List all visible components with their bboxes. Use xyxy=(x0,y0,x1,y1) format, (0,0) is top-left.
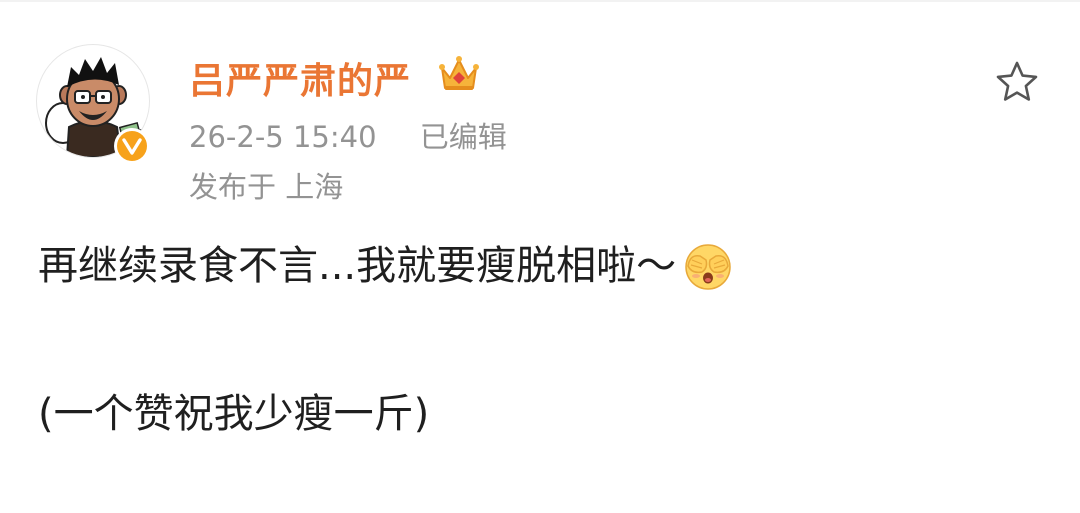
post-timestamp: 26-2-5 15:40 xyxy=(189,120,377,154)
face-covering-eyes-emoji-icon xyxy=(682,240,734,292)
star-outline-icon[interactable] xyxy=(994,60,1040,104)
author-name[interactable]: 吕严严肃的严 xyxy=(189,52,411,104)
verified-v-icon xyxy=(114,128,150,164)
author-avatar[interactable] xyxy=(36,44,152,164)
post-content: 再继续录食不言...我就要瘦脱相啦～ (一个赞祝我少瘦一斤) xyxy=(38,236,1038,444)
post-location: 发布于 上海 xyxy=(189,170,344,204)
post-text-secondary: (一个赞祝我少瘦一斤) xyxy=(38,391,430,437)
edited-label[interactable]: 已编辑 xyxy=(420,120,507,154)
post-meta: 26-2-5 15:40 已编辑 xyxy=(189,114,507,156)
top-divider xyxy=(0,0,1080,2)
crown-icon[interactable] xyxy=(438,54,480,94)
post-text: 再继续录食不言...我就要瘦脱相啦～ xyxy=(38,243,677,289)
post-header: 吕严严肃的严 26-2-5 15:40 已编辑 发布于 上海 xyxy=(36,40,1046,204)
post-text-line-2: (一个赞祝我少瘦一斤) xyxy=(38,384,1038,444)
post-text-line-1: 再继续录食不言...我就要瘦脱相啦～ xyxy=(38,236,1038,296)
